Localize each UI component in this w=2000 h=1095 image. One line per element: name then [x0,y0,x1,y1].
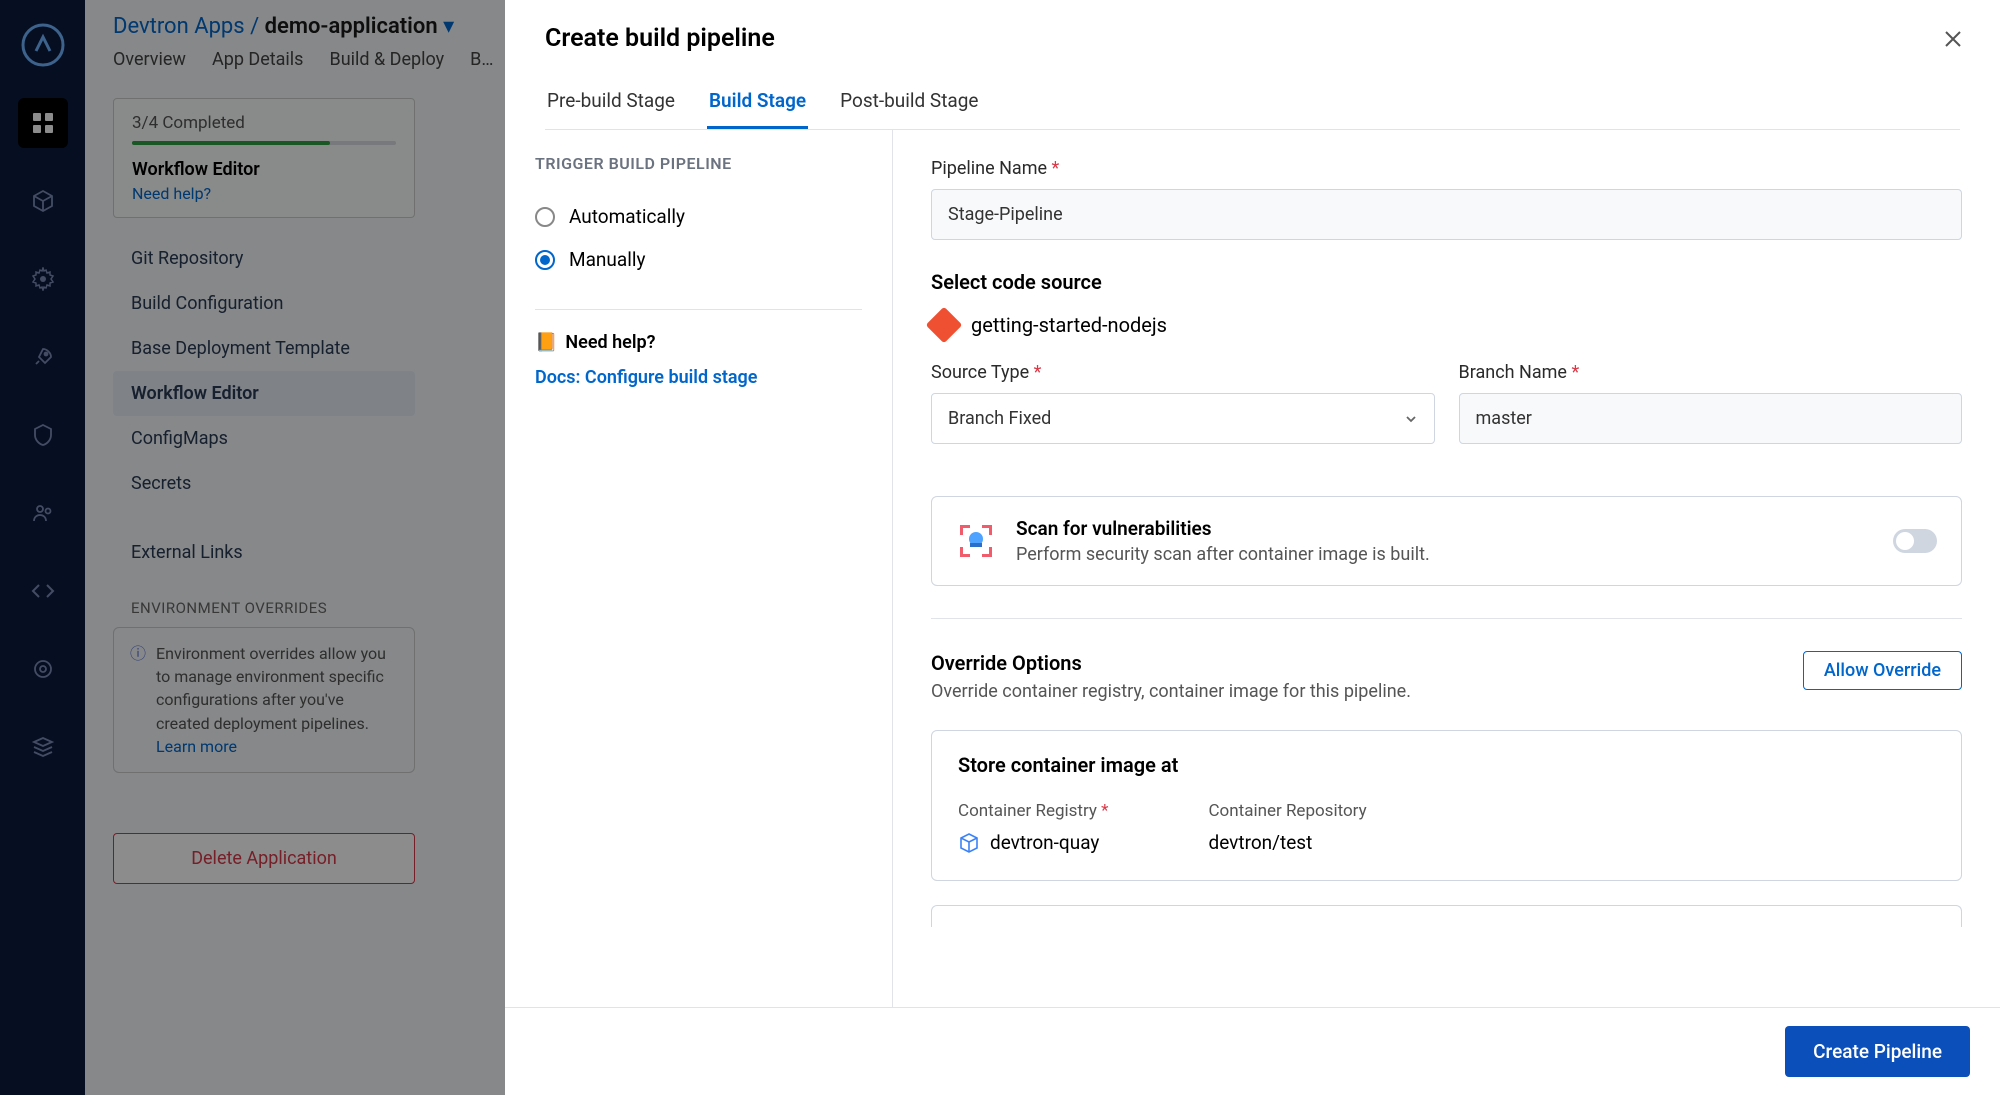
help-heading: 📙 Need help? [535,332,862,353]
modal-title: Create build pipeline [545,24,1960,53]
registry-label: Container Registry * [958,801,1108,821]
book-icon: 📙 [535,332,557,353]
radio-automatic[interactable]: Automatically [535,195,862,238]
tab-post-build[interactable]: Post-build Stage [838,77,980,129]
repo-name: getting-started-nodejs [971,313,1167,337]
tab-pre-build[interactable]: Pre-build Stage [545,77,677,129]
branch-name-label: Branch Name * [1459,362,1963,383]
registry-value: devtron-quay [990,831,1099,854]
scan-icon [956,521,996,561]
modal-left-panel: TRIGGER BUILD PIPELINE Automatically Man… [505,130,893,1007]
docs-link[interactable]: Docs: Configure build stage [535,367,862,388]
modal-tabs: Pre-build Stage Build Stage Post-build S… [545,77,1960,130]
radio-manual[interactable]: Manually [535,238,862,281]
source-section-title: Select code source [931,270,1962,294]
radio-manual-label: Manually [569,248,645,271]
create-pipeline-button[interactable]: Create Pipeline [1785,1026,1970,1077]
override-title: Override Options [931,651,1411,675]
scan-subtitle: Perform security scan after container im… [1016,544,1873,565]
trigger-section-label: TRIGGER BUILD PIPELINE [535,154,862,173]
pipeline-name-label: Pipeline Name * [931,158,1962,179]
repo-value: devtron/test [1208,831,1366,854]
allow-override-button[interactable]: Allow Override [1803,651,1962,690]
create-pipeline-modal: Create build pipeline Pre-build Stage Bu… [505,0,2000,1095]
close-icon[interactable] [1942,28,1964,50]
modal-right-panel: Pipeline Name * Select code source getti… [893,130,2000,1007]
source-type-value: Branch Fixed [948,408,1051,429]
store-image-panel: Store container image at Container Regis… [931,730,1962,881]
tab-build[interactable]: Build Stage [707,77,808,129]
store-title: Store container image at [958,753,1935,777]
radio-icon [535,250,555,270]
git-icon [926,307,963,344]
scan-title: Scan for vulnerabilities [1016,517,1873,540]
registry-icon [958,832,980,854]
scan-panel: Scan for vulnerabilities Perform securit… [931,496,1962,586]
scan-toggle[interactable] [1893,529,1937,553]
source-type-select[interactable]: Branch Fixed [931,393,1435,444]
override-subtitle: Override container registry, container i… [931,681,1411,702]
radio-icon [535,207,555,227]
registry-value-row: devtron-quay [958,831,1108,854]
repo-row: getting-started-nodejs [931,312,1962,338]
partial-panel [931,905,1962,927]
chevron-down-icon [1404,412,1418,426]
repo-label: Container Repository [1208,801,1366,821]
radio-automatic-label: Automatically [569,205,685,228]
branch-name-input[interactable] [1459,393,1963,444]
source-type-label: Source Type * [931,362,1435,383]
pipeline-name-input[interactable] [931,189,1962,240]
